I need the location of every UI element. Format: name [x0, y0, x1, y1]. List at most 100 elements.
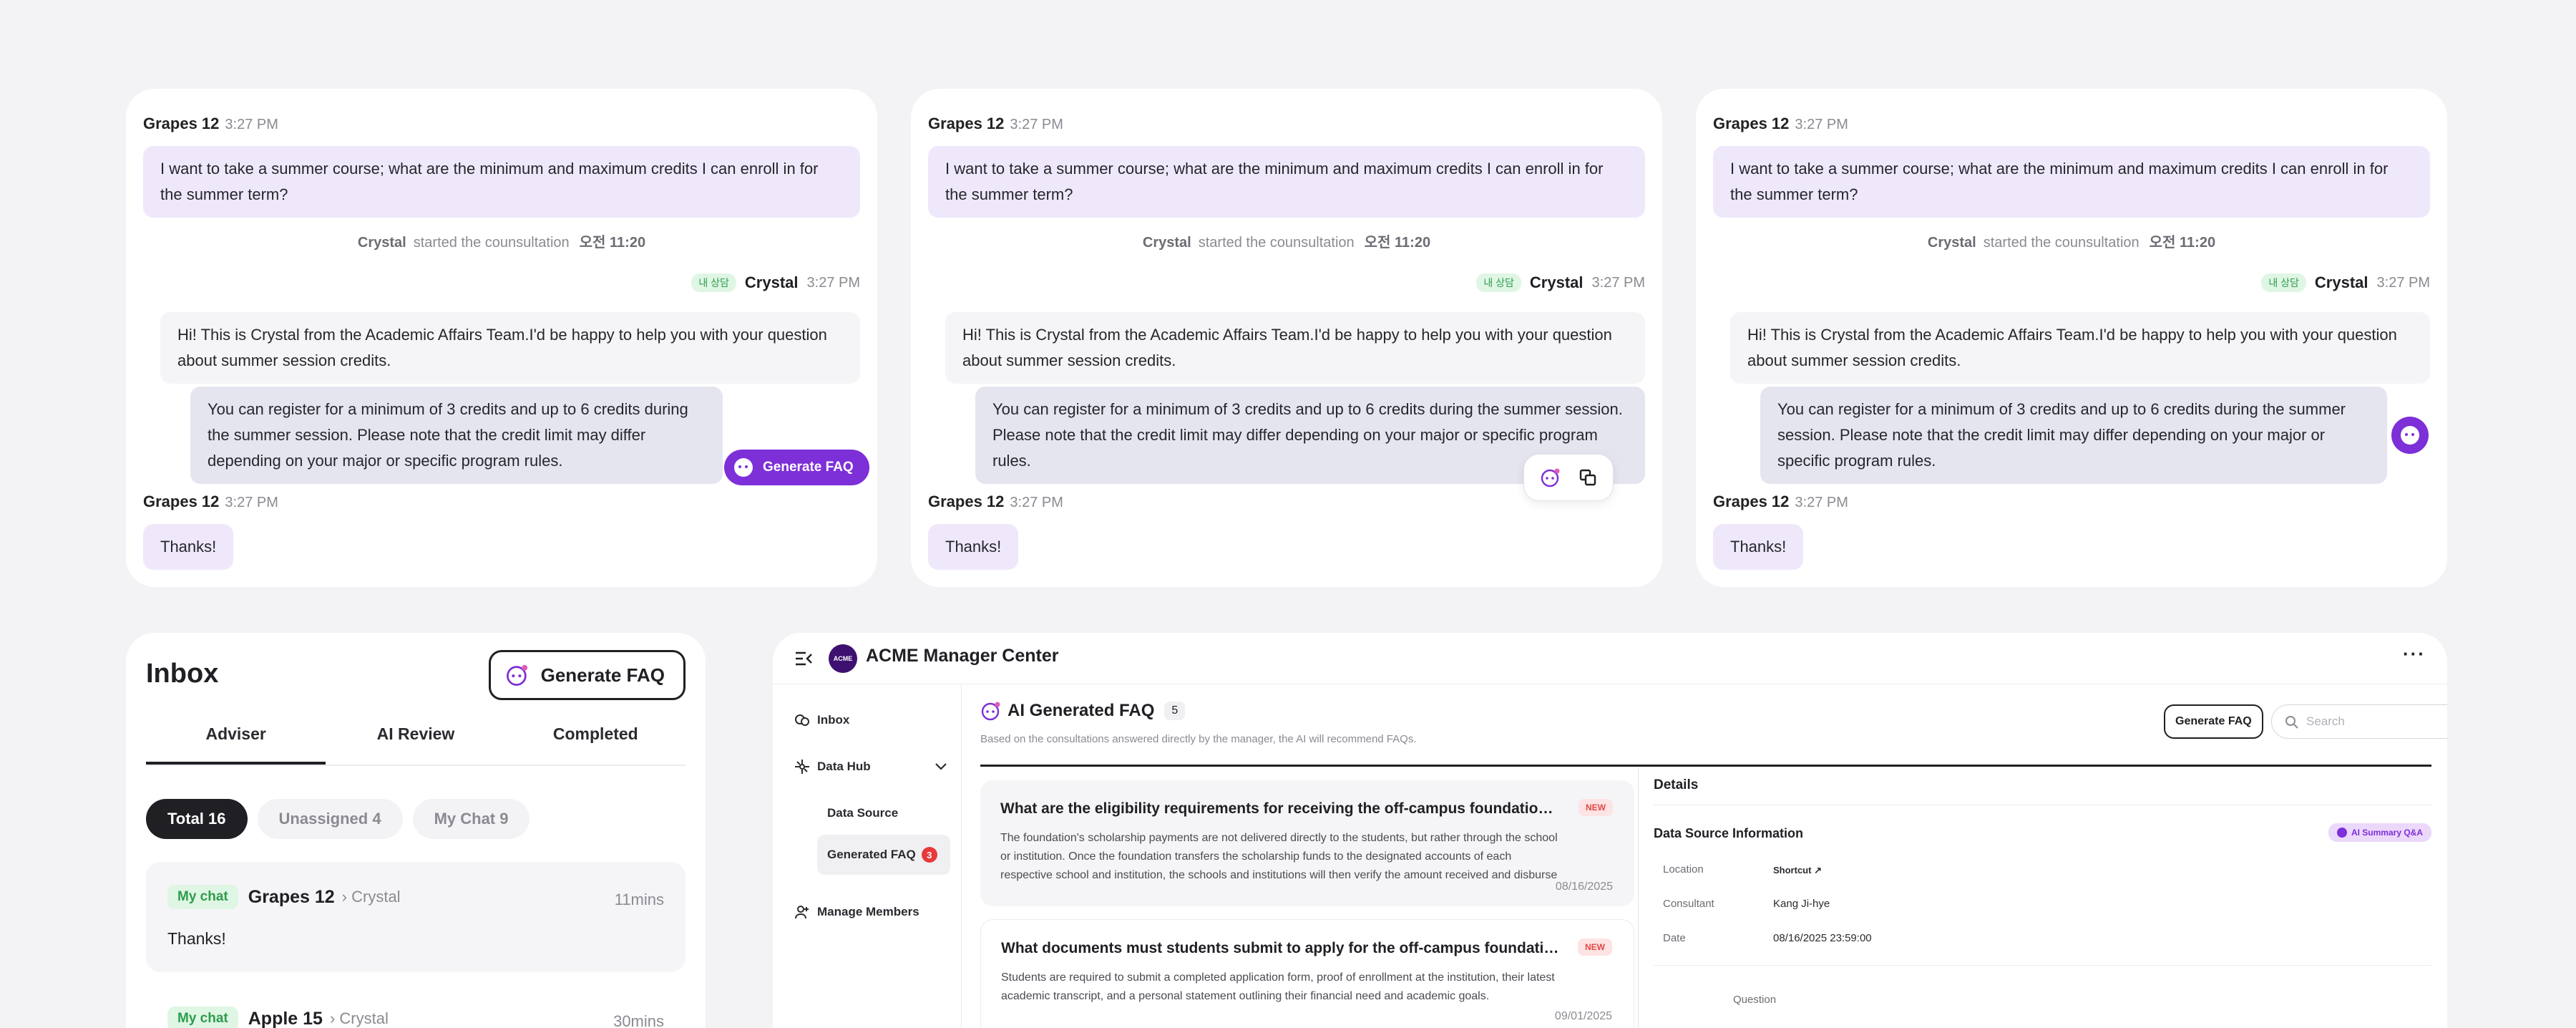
agent-message-1: Hi! This is Crystal from the Academic Af… [160, 312, 860, 384]
tab-ai-review[interactable]: AI Review [326, 722, 505, 765]
add-user-icon [795, 906, 809, 919]
faq-answer: The foundation's scholarship payments ar… [1000, 832, 1558, 881]
user-sender: Grapes 12 3:27 PM [1713, 115, 1848, 132]
chip-my-chat[interactable]: My Chat 9 [412, 799, 530, 839]
my-chat-badge: My chat [167, 885, 238, 909]
inbox-title: Inbox [146, 659, 219, 689]
faq-question: What documents must students submit to a… [1001, 940, 1559, 956]
details-divider [1654, 965, 2431, 966]
tab-completed[interactable]: Completed [506, 722, 686, 765]
agent-message-1: Hi! This is Crystal from the Academic Af… [945, 312, 1645, 384]
assignee: › Crystal [329, 1009, 389, 1027]
inbox-panel: Inbox Generate FAQ Adviser AI Review Com… [126, 633, 706, 1028]
new-badge: NEW [1578, 939, 1612, 956]
faq-question: What are the eligibility requirements fo… [1000, 800, 1558, 817]
chip-total[interactable]: Total 16 [146, 799, 248, 839]
faq-item[interactable]: What documents must students submit to a… [980, 919, 1634, 1028]
faq-count: 5 [1164, 702, 1186, 720]
system-line: Crystal started the counsultation 오전 11:20 [357, 235, 646, 251]
user-sender: Grapes 12 3:27 PM [1713, 493, 1848, 510]
my-consult-badge: 내 상담 [691, 273, 736, 292]
generate-faq-button[interactable]: Generate FAQ [724, 450, 869, 485]
elapsed-time: 11mins [614, 891, 664, 908]
agent-header: 내 상담 Crystal 3:27 PM [2261, 273, 2430, 292]
list-item[interactable]: My chat Apple 15 › Crystal 30mins [146, 985, 686, 1028]
faq-date: 08/16/2025 [1555, 881, 1613, 893]
ai-bot-icon [2401, 426, 2419, 445]
collapse-sidebar-icon[interactable] [794, 650, 814, 667]
last-message: Thanks! [167, 929, 226, 948]
agent-header: 내 상담 Crystal 3:27 PM [691, 273, 860, 292]
agent-message-1: Hi! This is Crystal from the Academic Af… [1730, 312, 2430, 384]
my-chat-badge: My chat [167, 1007, 238, 1028]
ai-faq-icon [981, 702, 1000, 721]
consultant-label: Consultant [1663, 898, 1714, 910]
customer-name: Apple 15 [248, 1008, 323, 1028]
user-message: I want to take a summer course; what are… [928, 146, 1645, 218]
page-header: AI Generated FAQ 5 [980, 700, 1186, 722]
sidebar-item-inbox[interactable]: Inbox [794, 713, 849, 727]
new-badge: NEW [1579, 799, 1613, 816]
search-placeholder: Search [2306, 714, 2345, 728]
sidebar-item-manage-members[interactable]: Manage Members [794, 905, 919, 919]
page-title: AI Generated FAQ [1008, 701, 1155, 720]
location-link[interactable]: Shortcut ↗ [1773, 865, 1822, 876]
sidebar-item-data-source[interactable]: Data Source [827, 806, 898, 820]
agent-message-2[interactable]: You can register for a minimum of 3 cred… [190, 387, 723, 484]
my-consult-badge: 내 상담 [1476, 273, 1521, 292]
ai-bot-icon [2336, 828, 2347, 838]
agent-message-2[interactable]: You can register for a minimum of 3 cred… [1760, 387, 2387, 484]
assignee: › Crystal [341, 888, 401, 906]
more-icon[interactable]: ··· [2403, 643, 2426, 665]
pane-divider [1638, 767, 1639, 1028]
search-icon [2285, 716, 2298, 729]
message-toolbar [1523, 454, 1614, 501]
app-title: ACME Manager Center [866, 646, 1059, 666]
user-reply: Thanks! [928, 524, 1019, 570]
user-sender: Grapes 12 3:27 PM [928, 115, 1063, 132]
top-bar: ACME ACME Manager Center ··· [773, 633, 2447, 684]
ai-faq-icon [506, 664, 527, 686]
list-item[interactable]: My chat Grapes 12 › Crystal 11mins Thank… [146, 862, 686, 972]
inbox-tabs: Adviser AI Review Completed [146, 722, 686, 766]
system-line: Crystal started the counsultation 오전 11:20 [1142, 235, 1431, 251]
acme-manager-window: ACME ACME Manager Center ··· Inbox Data … [773, 633, 2447, 1028]
faq-count-badge: 3 [921, 847, 937, 863]
chat-panel-1: Grapes 12 3:27 PM I want to take a summer… [126, 89, 877, 587]
details-title: Details [1654, 777, 1699, 792]
user-reply: Thanks! [143, 524, 234, 570]
consultant-value: Kang Ji-hye [1773, 898, 1830, 910]
sidebar: Inbox Data Hub Data Source Generated FAQ… [773, 684, 962, 1028]
user-reply: Thanks! [1713, 524, 1804, 570]
elapsed-time: 30mins [613, 1012, 664, 1028]
chevron-down-icon [935, 763, 947, 770]
user-message: I want to take a summer course; what are… [143, 146, 860, 218]
sidebar-item-generated-faq[interactable]: Generated FAQ 3 [817, 835, 950, 875]
filter-chips: Total 16 Unassigned 4 My Chat 9 [146, 799, 530, 839]
ai-faq-button[interactable] [2391, 417, 2429, 454]
faq-item[interactable]: What are the eligibility requirements fo… [980, 780, 1634, 906]
sidebar-item-data-hub[interactable]: Data Hub [794, 759, 947, 775]
ai-faq-icon[interactable] [1540, 467, 1561, 488]
chip-unassigned[interactable]: Unassigned 4 [257, 799, 403, 839]
generate-faq-button[interactable]: Generate FAQ [2164, 704, 2263, 739]
generate-faq-button[interactable]: Generate FAQ [488, 650, 686, 700]
date-value: 08/16/2025 23:59:00 [1773, 932, 1872, 944]
tab-adviser[interactable]: Adviser [146, 722, 326, 765]
customer-name: Grapes 12 [248, 886, 335, 907]
copy-icon[interactable] [1579, 468, 1597, 487]
search-input[interactable]: Search [2271, 704, 2447, 739]
ai-bot-icon [734, 458, 753, 477]
faq-date: 09/01/2025 [1554, 1010, 1612, 1022]
hub-icon [795, 760, 809, 774]
chat-panel-3: Grapes 12 3:27 PM I want to take a summer… [1696, 89, 2447, 587]
ai-summary-badge: AI Summary Q&A [2328, 823, 2431, 842]
agent-header: 내 상담 Crystal 3:27 PM [1476, 273, 1645, 292]
date-label: Date [1663, 932, 1686, 944]
chat-icon [795, 714, 809, 726]
system-line: Crystal started the counsultation 오전 11:20 [1927, 235, 2216, 251]
user-sender: Grapes 12 3:27 PM [143, 493, 278, 510]
user-message: I want to take a summer course; what are… [1713, 146, 2430, 218]
chat-panel-2: Grapes 12 3:27 PM I want to take a summer… [911, 89, 1662, 587]
acme-logo: ACME [829, 644, 857, 673]
